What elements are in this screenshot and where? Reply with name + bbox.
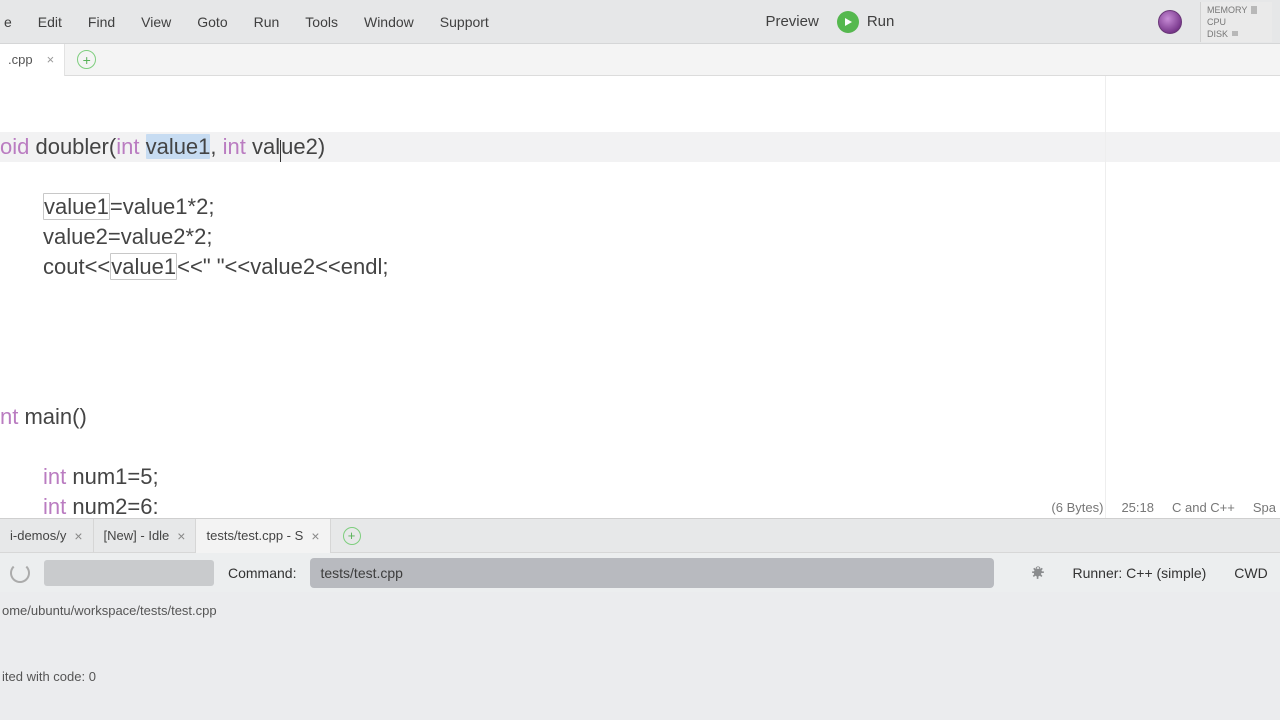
code-line: int num1=5; xyxy=(0,462,1280,492)
menubar: e Edit Find View Goto Run Tools Window S… xyxy=(0,0,1280,44)
resource-disk-label: DISK xyxy=(1207,28,1228,40)
code-line: value2=value2*2; xyxy=(0,222,1280,252)
add-terminal-button[interactable]: + xyxy=(343,527,361,545)
resource-panel[interactable]: MEMORY CPU DISK xyxy=(1200,2,1272,42)
command-input[interactable] xyxy=(310,558,994,588)
terminal-tab-new[interactable]: [New] - Idle × xyxy=(94,519,197,553)
code-line: value1=value1*2; xyxy=(0,192,1280,222)
cwd-selector[interactable]: CWD xyxy=(1234,565,1267,581)
terminal-tabstrip: i-demos/y × [New] - Idle × tests/test.cp… xyxy=(0,518,1280,552)
menu-find[interactable]: Find xyxy=(75,0,128,44)
console-output[interactable]: ome/ubuntu/workspace/tests/test.cpp ited… xyxy=(0,592,1280,720)
menu-support[interactable]: Support xyxy=(427,0,502,44)
status-spaces[interactable]: Spa xyxy=(1253,500,1276,515)
resource-cpu-label: CPU xyxy=(1207,16,1226,28)
status-cursor[interactable]: 25:18 xyxy=(1121,500,1154,515)
code-line xyxy=(0,372,1280,402)
print-margin xyxy=(1105,76,1106,518)
code-editor[interactable]: oid doubler(int value1, int value2) valu… xyxy=(0,76,1280,518)
spinner-icon[interactable] xyxy=(10,563,30,583)
code-line: oid doubler(int value1, int value2) xyxy=(0,132,1280,162)
status-language[interactable]: C and C++ xyxy=(1172,500,1235,515)
run-button[interactable]: Run xyxy=(837,11,895,33)
runner-selector[interactable]: Runner: C++ (simple) xyxy=(1072,565,1206,581)
code-line: nt main() xyxy=(0,402,1280,432)
add-tab-button[interactable]: + xyxy=(77,50,96,69)
menu-edit[interactable]: Edit xyxy=(25,0,75,44)
close-icon[interactable]: × xyxy=(47,52,55,67)
code-line: cout<<value1<<" "<<value2<<endl; xyxy=(0,252,1280,282)
terminal-tab-label: i-demos/y xyxy=(10,528,66,543)
close-icon[interactable]: × xyxy=(74,528,82,544)
menu-tools[interactable]: Tools xyxy=(292,0,351,44)
console-line: ited with code: 0 xyxy=(2,668,1280,686)
runner-bar: Command: Runner: C++ (simple) CWD xyxy=(0,552,1280,592)
preview-button[interactable]: Preview xyxy=(765,13,818,30)
avatar[interactable] xyxy=(1158,10,1182,34)
terminal-tab-tests[interactable]: tests/test.cpp - S × xyxy=(196,519,330,553)
right-bar: MEMORY CPU DISK xyxy=(1158,2,1272,42)
code-line xyxy=(0,162,1280,192)
menu-view[interactable]: View xyxy=(128,0,184,44)
code-line xyxy=(0,312,1280,342)
run-label: Run xyxy=(867,13,895,30)
console-line: ome/ubuntu/workspace/tests/test.cpp xyxy=(2,602,1280,620)
bug-icon[interactable] xyxy=(1028,563,1048,583)
terminal-tab-label: [New] - Idle xyxy=(104,528,170,543)
menu-list: e Edit Find View Goto Run Tools Window S… xyxy=(0,0,502,44)
resource-memory-label: MEMORY xyxy=(1207,4,1247,16)
center-actions: Preview Run xyxy=(502,11,1158,33)
menu-goto[interactable]: Goto xyxy=(184,0,240,44)
command-label: Command: xyxy=(228,565,296,581)
editor-tab-label: .cpp xyxy=(8,52,33,67)
code-line xyxy=(0,282,1280,312)
play-icon xyxy=(837,11,859,33)
menu-window[interactable]: Window xyxy=(351,0,427,44)
terminal-tab-demos[interactable]: i-demos/y × xyxy=(0,519,94,553)
status-bytes: (6 Bytes) xyxy=(1051,500,1103,515)
menu-file[interactable]: e xyxy=(0,0,25,44)
editor-tabstrip: .cpp × + xyxy=(0,44,1280,76)
close-icon[interactable]: × xyxy=(177,528,185,544)
status-bar: (6 Bytes) 25:18 C and C++ Spa xyxy=(1051,496,1280,518)
code-line xyxy=(0,342,1280,372)
terminal-tab-label: tests/test.cpp - S xyxy=(206,528,303,543)
runner-name-field[interactable] xyxy=(44,560,214,586)
editor-tab-cpp[interactable]: .cpp × xyxy=(0,44,65,76)
close-icon[interactable]: × xyxy=(311,528,319,544)
menu-run[interactable]: Run xyxy=(241,0,293,44)
code-line xyxy=(0,432,1280,462)
